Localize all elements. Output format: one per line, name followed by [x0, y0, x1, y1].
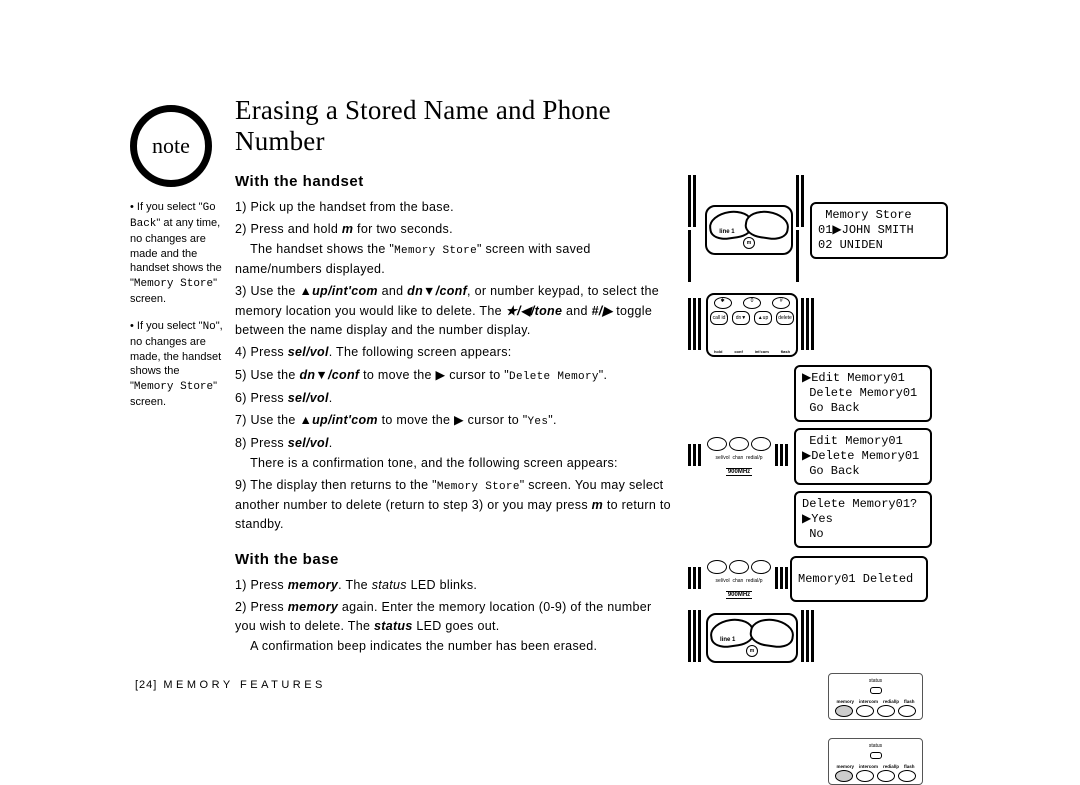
main-content: Erasing a Stored Name and Phone Number W…: [235, 95, 675, 659]
step-8: 8) Press sel/vol. There is a confirmatio…: [235, 434, 675, 473]
bars-icon: [688, 298, 703, 353]
lcd-confirm-delete: Delete Memory01? ▶Yes No: [794, 491, 932, 548]
sidebar-note-2: If you select "No", no changes are made,…: [130, 319, 225, 410]
bars-icon: [688, 567, 703, 592]
footer-page-num: [24]: [135, 679, 157, 691]
illus-row-6: line 1 line 2 m: [688, 610, 948, 665]
keypad-icon: ✱ 0 # call id dn▼ ▲up delete hold conf i…: [706, 293, 798, 357]
step-3: 3) Use the ▲up/int'com and dn▼/conf, or …: [235, 282, 675, 340]
handset-top-icon: line 1 line 2 m: [705, 205, 793, 255]
sidebar-notes: If you select "Go Back" at any time, no …: [130, 200, 225, 422]
step-9: 9) The display then returns to the "Memo…: [235, 476, 675, 535]
step-6: 6) Press sel/vol.: [235, 389, 675, 408]
base-step-2: 2) Press memory again. Enter the memory …: [235, 598, 675, 656]
bars-icon: [688, 444, 703, 469]
step-1: 1) Pick up the handset from the base.: [235, 198, 675, 217]
bars-icon: [688, 175, 702, 285]
illustrations-column: line 1 line 2 m Memory Store 01▶JOHN SMI…: [688, 175, 948, 785]
illus-row-5: sel/vol chan redial/p 900MHz Memory01 De…: [688, 556, 948, 602]
step-2: 2) Press and hold m for two seconds. The…: [235, 220, 675, 279]
oval-buttons-icon: sel/vol chan redial/p 900MHz: [706, 437, 772, 476]
lcd-delete-memory: Edit Memory01 ▶Delete Memory01 Go Back: [794, 428, 932, 485]
footer-section: MEMORY FEATURES: [163, 679, 326, 691]
oval-buttons-icon: sel/vol chan redial/p 900MHz: [706, 560, 772, 599]
bars-icon: [775, 567, 790, 592]
base-unit-icon: status memoryintercomredial/pflash: [828, 738, 923, 785]
lcd-deleted: Memory01 Deleted: [790, 556, 928, 602]
bars-icon: [801, 610, 816, 665]
note-badge: note: [130, 105, 212, 187]
illus-row-3: sel/vol chan redial/p 900MHz ▶Edit Memor…: [688, 365, 948, 548]
step-5: 5) Use the dn▼/conf to move the ▶ cursor…: [235, 366, 675, 386]
handset-top-icon: line 1 line 2 m: [706, 613, 798, 663]
step-4: 4) Press sel/vol. The following screen a…: [235, 343, 675, 362]
base-steps: 1) Press memory. The status LED blinks. …: [235, 576, 675, 657]
sidebar-note-1: If you select "Go Back" at any time, no …: [130, 200, 225, 307]
bars-icon: [688, 610, 703, 665]
base-unit-icon: status memoryintercomredial/pflash: [828, 673, 923, 720]
handset-steps: 1) Pick up the handset from the base. 2)…: [235, 198, 675, 535]
base-step-1: 1) Press memory. The status LED blinks.: [235, 576, 675, 595]
illus-row-2: ✱ 0 # call id dn▼ ▲up delete hold conf i…: [688, 293, 948, 357]
lcd-edit-memory: ▶Edit Memory01 Delete Memory01 Go Back: [794, 365, 932, 422]
bars-icon: [801, 298, 816, 353]
bars-icon: [796, 175, 810, 285]
bars-icon: [775, 444, 790, 469]
page-title: Erasing a Stored Name and Phone Number: [235, 95, 675, 157]
step-7: 7) Use the ▲up/int'com to move the ▶ cur…: [235, 411, 675, 431]
note-label: note: [152, 133, 190, 159]
subhead-handset: With the handset: [235, 173, 675, 190]
page-footer: [24] MEMORY FEATURES: [135, 679, 326, 691]
lcd-memory-store: Memory Store 01▶JOHN SMITH 02 UNIDEN: [810, 202, 948, 259]
illus-row-1: line 1 line 2 m Memory Store 01▶JOHN SMI…: [688, 175, 948, 285]
subhead-base: With the base: [235, 551, 675, 568]
